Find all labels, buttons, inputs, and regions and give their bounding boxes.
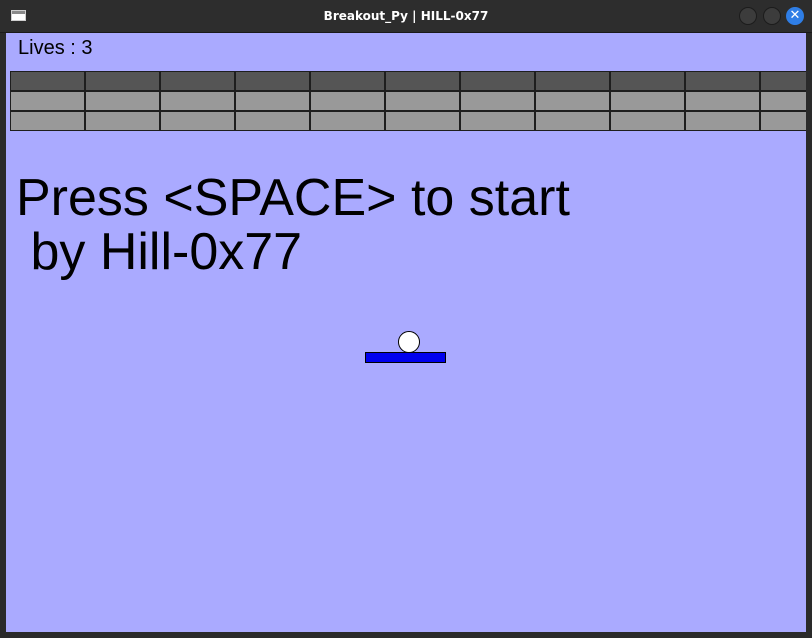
game-window: Breakout_Py | HILL-0x77 ✕ Lives : 3 Pres… [0,0,812,638]
brick [10,91,85,111]
brick [85,71,160,91]
brick [535,91,610,111]
brick [685,71,760,91]
brick [235,111,310,131]
brick [310,71,385,91]
lives-counter: Lives : 3 [18,37,93,59]
brick [760,111,806,131]
brick [385,111,460,131]
brick [385,91,460,111]
brick [535,71,610,91]
paddle[interactable] [365,352,446,363]
maximize-button[interactable] [763,7,781,25]
brick [760,91,806,111]
brick [610,71,685,91]
brick [10,71,85,91]
start-message-line-1: Press <SPACE> to start [16,169,570,227]
brick [535,111,610,131]
brick [160,91,235,111]
brick [460,71,535,91]
start-message-line-2: by Hill-0x77 [16,223,303,281]
brick [385,71,460,91]
start-message: Press <SPACE> to start by Hill-0x77 [16,171,570,279]
brick [310,111,385,131]
brick [460,91,535,111]
brick [235,91,310,111]
brick [10,111,85,131]
window-title: Breakout_Py | HILL-0x77 [323,9,489,23]
ball [398,331,420,353]
window-frame-bottom [0,632,812,638]
brick [610,111,685,131]
brick [685,111,760,131]
brick [160,111,235,131]
brick [85,111,160,131]
brick [685,91,760,111]
close-button[interactable]: ✕ [786,7,804,25]
brick [760,71,806,91]
title-bar[interactable]: Breakout_Py | HILL-0x77 ✕ [0,0,812,33]
brick [310,91,385,111]
game-canvas[interactable]: Lives : 3 Press <SPACE> to start by Hill… [6,33,806,632]
minimize-button[interactable] [739,7,757,25]
brick [610,91,685,111]
brick [160,71,235,91]
brick [85,91,160,111]
brick [235,71,310,91]
brick [460,111,535,131]
